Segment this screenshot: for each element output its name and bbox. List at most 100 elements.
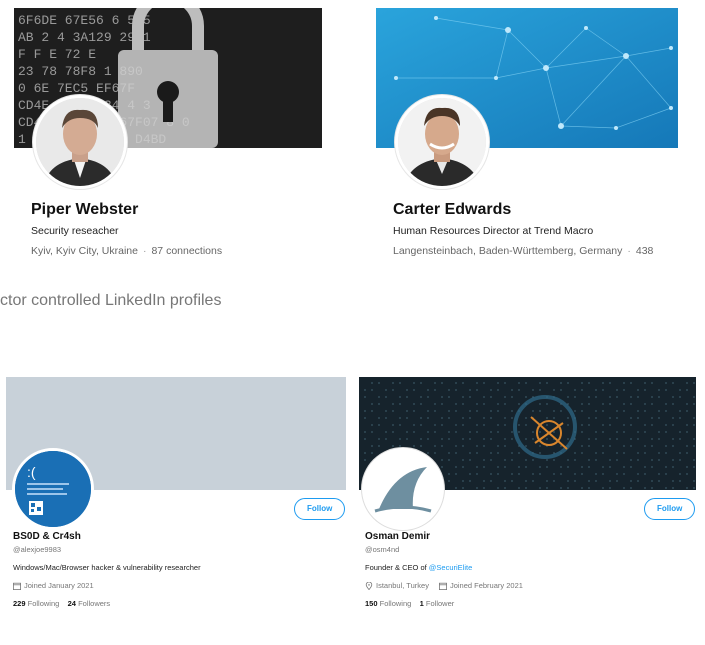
bio-mention-link[interactable]: @SecuriElite: [429, 563, 472, 572]
grid-dot: [476, 431, 478, 433]
piper-avatar[interactable]: [33, 95, 127, 189]
grid-dot: [630, 417, 632, 419]
grid-dot: [490, 459, 492, 461]
grid-dot: [504, 445, 506, 447]
joined-text: Joined February 2021: [449, 581, 523, 590]
grid-dot: [462, 466, 464, 468]
profile-headline: Human Resources Director at Trend Macro: [393, 225, 594, 237]
connections-count[interactable]: 87 connections: [151, 245, 222, 257]
grid-dot: [588, 382, 590, 384]
sad-face-text: :(: [27, 464, 36, 480]
grid-dot: [686, 445, 688, 447]
grid-dot: [623, 424, 625, 426]
grid-dot: [658, 417, 660, 419]
carter-avatar[interactable]: [395, 95, 489, 189]
profile-name[interactable]: Piper Webster: [31, 201, 138, 219]
follow-button[interactable]: Follow: [644, 498, 696, 520]
grid-dot: [469, 480, 471, 482]
grid-dot: [609, 459, 611, 461]
follow-button[interactable]: Follow: [294, 498, 346, 520]
grid-dot: [644, 473, 646, 475]
grid-dot: [462, 487, 464, 489]
grid-dot: [623, 403, 625, 405]
grid-dot: [427, 452, 429, 454]
osman-avatar[interactable]: [362, 448, 444, 530]
grid-dot: [371, 452, 373, 454]
following-link[interactable]: 229 Following: [13, 599, 59, 608]
grid-dot: [525, 417, 527, 419]
grid-dot: [581, 431, 583, 433]
grid-dot: [658, 473, 660, 475]
grid-dot: [693, 382, 695, 384]
grid-dot: [693, 466, 695, 468]
grid-dot: [497, 424, 499, 426]
grid-dot: [469, 389, 471, 391]
grid-dot: [378, 403, 380, 405]
following-label: Following: [27, 599, 60, 608]
grid-dot: [441, 438, 443, 440]
grid-dot: [609, 438, 611, 440]
profile-handle[interactable]: @alexjoe9983: [13, 545, 61, 554]
grid-dot: [483, 382, 485, 384]
grid-dot: [392, 382, 394, 384]
grid-dot: [630, 424, 632, 426]
grid-dot: [455, 389, 457, 391]
grid-dot: [434, 389, 436, 391]
grid-dot: [693, 396, 695, 398]
grid-dot: [637, 459, 639, 461]
grid-dot: [616, 431, 618, 433]
grid-dot: [364, 431, 366, 433]
grid-dot: [427, 417, 429, 419]
calendar-icon: [438, 582, 447, 590]
bsod-avatar[interactable]: :(: [12, 448, 94, 530]
grid-dot: [567, 480, 569, 482]
grid-dot: [644, 466, 646, 468]
grid-dot: [399, 424, 401, 426]
followers-label: Follower: [425, 599, 455, 608]
grid-dot: [672, 480, 674, 482]
grid-dot: [637, 417, 639, 419]
grid-dot: [420, 382, 422, 384]
grid-dot: [679, 438, 681, 440]
grid-dot: [518, 424, 520, 426]
grid-dot: [644, 389, 646, 391]
following-link[interactable]: 150 Following: [365, 599, 411, 608]
grid-dot: [392, 445, 394, 447]
location-pin-icon: [365, 581, 373, 590]
grid-dot: [630, 382, 632, 384]
grid-dot: [630, 466, 632, 468]
grid-dot: [504, 438, 506, 440]
grid-dot: [588, 459, 590, 461]
profile-handle[interactable]: @osm4nd: [365, 545, 399, 554]
grid-dot: [364, 459, 366, 461]
grid-dot: [378, 396, 380, 398]
grid-dot: [441, 417, 443, 419]
grid-dot: [392, 424, 394, 426]
grid-dot: [504, 424, 506, 426]
profile-name[interactable]: BS0D & Cr4sh: [13, 531, 81, 542]
grid-dot: [490, 396, 492, 398]
grid-dot: [665, 445, 667, 447]
grid-dot: [518, 431, 520, 433]
profile-name[interactable]: Carter Edwards: [393, 201, 511, 219]
grid-dot: [609, 424, 611, 426]
followers-link[interactable]: 24 Followers: [68, 599, 111, 608]
profile-name[interactable]: Osman Demir: [365, 531, 430, 542]
grid-dot: [525, 424, 527, 426]
grid-dot: [469, 473, 471, 475]
grid-dot: [441, 424, 443, 426]
connections-count[interactable]: 438: [636, 245, 654, 257]
grid-dot: [686, 473, 688, 475]
grid-dot: [644, 431, 646, 433]
grid-dot: [567, 396, 569, 398]
grid-dot: [476, 466, 478, 468]
grid-dot: [518, 473, 520, 475]
grid-dot: [581, 382, 583, 384]
grid-dot: [399, 396, 401, 398]
followers-link[interactable]: 1 Follower: [420, 599, 455, 608]
grid-dot: [679, 410, 681, 412]
grid-dot: [378, 445, 380, 447]
grid-dot: [455, 424, 457, 426]
blue-screen-icon: :(: [15, 451, 91, 527]
grid-dot: [553, 389, 555, 391]
